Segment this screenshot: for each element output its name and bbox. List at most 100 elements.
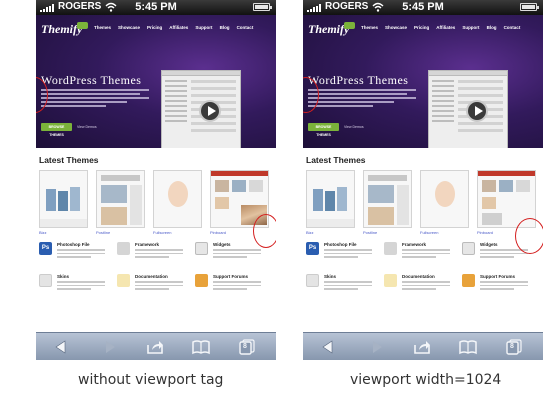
- theme-card[interactable]: Postline: [363, 167, 415, 235]
- nav-blog[interactable]: Blog: [220, 25, 230, 30]
- site-nav: Themes Showcase Pricing Affiliates Suppo…: [94, 25, 253, 30]
- nav-support[interactable]: Support: [462, 25, 479, 30]
- theme-name[interactable]: Postline: [96, 230, 110, 235]
- site-hero: Themify Themes Showcase Pricing Affiliat…: [36, 15, 276, 148]
- feature-title[interactable]: Widgets: [213, 242, 230, 247]
- nav-contact[interactable]: Contact: [504, 25, 521, 30]
- theme-demo-video[interactable]: [161, 70, 241, 148]
- browse-themes-button[interactable]: BROWSE THEMES: [41, 123, 72, 137]
- theme-name[interactable]: Pinboard: [477, 230, 493, 235]
- feature-title[interactable]: Skins: [57, 274, 69, 279]
- status-bar: ROGERS 5:45 PM: [303, 0, 543, 15]
- nav-affiliates[interactable]: Affiliates: [169, 25, 188, 30]
- pages-icon[interactable]: 8: [503, 338, 525, 356]
- nav-showcase[interactable]: Showcase: [385, 25, 407, 30]
- pages-count: 8: [510, 343, 514, 350]
- forward-icon[interactable]: [366, 338, 388, 356]
- view-demos-link[interactable]: View Demos: [77, 125, 97, 129]
- caption-right: viewport width=1024: [350, 372, 502, 388]
- battery-icon: [253, 3, 272, 11]
- feature-item: Skins: [306, 274, 380, 300]
- site-nav: Themes Showcase Pricing Affiliates Suppo…: [361, 25, 520, 30]
- nav-themes[interactable]: Themes: [361, 25, 378, 30]
- theme-card[interactable]: Bizz: [306, 167, 358, 235]
- play-icon[interactable]: [199, 100, 221, 122]
- feature-title[interactable]: Support Forums: [480, 274, 515, 279]
- play-icon[interactable]: [466, 100, 488, 122]
- nav-pricing[interactable]: Pricing: [414, 25, 429, 30]
- pages-icon[interactable]: 8: [236, 338, 258, 356]
- latest-themes-heading: Latest Themes: [306, 155, 366, 165]
- back-icon[interactable]: [317, 338, 339, 356]
- skins-icon: [306, 274, 319, 287]
- logo-badge-icon: [77, 22, 88, 29]
- feature-item: Documentation: [117, 274, 191, 300]
- theme-name[interactable]: Postline: [363, 230, 377, 235]
- feature-title[interactable]: Photoshop File: [57, 242, 90, 247]
- feature-item: Widgets: [195, 242, 269, 268]
- caption-left: without viewport tag: [78, 372, 224, 388]
- share-icon[interactable]: [144, 338, 166, 356]
- feature-title[interactable]: Framework: [402, 242, 426, 247]
- support-icon: [462, 274, 475, 287]
- feature-item: Documentation: [384, 274, 458, 300]
- feature-item: Support Forums: [195, 274, 269, 300]
- theme-card[interactable]: Bizz: [39, 167, 91, 235]
- phone-without-viewport: ROGERS 5:45 PM Themify Themes Showcase P…: [36, 0, 276, 360]
- view-demos-link[interactable]: View Demos: [344, 125, 364, 129]
- feature-title[interactable]: Widgets: [480, 242, 497, 247]
- theme-name[interactable]: Pinboard: [210, 230, 226, 235]
- browse-themes-button[interactable]: BROWSE THEMES: [308, 123, 339, 137]
- theme-card[interactable]: Fullscreen: [420, 167, 472, 235]
- nav-support[interactable]: Support: [195, 25, 212, 30]
- feature-item: Skins: [39, 274, 113, 300]
- theme-name[interactable]: Bizz: [39, 230, 47, 235]
- safari-toolbar: 8: [303, 332, 543, 360]
- skins-icon: [39, 274, 52, 287]
- feature-title[interactable]: Framework: [135, 242, 159, 247]
- feature-title[interactable]: Photoshop File: [324, 242, 357, 247]
- framework-icon: [384, 242, 397, 255]
- pages-count: 8: [243, 343, 247, 350]
- hero-title: WordPress Themes: [308, 73, 409, 87]
- bookmarks-icon[interactable]: [457, 338, 479, 356]
- site-hero: Themify Themes Showcase Pricing Affiliat…: [303, 15, 543, 148]
- feature-title[interactable]: Documentation: [135, 274, 168, 279]
- support-icon: [195, 274, 208, 287]
- theme-name[interactable]: Bizz: [306, 230, 314, 235]
- feature-item: Ps Photoshop File: [306, 242, 380, 268]
- hero-description: [41, 89, 149, 109]
- nav-showcase[interactable]: Showcase: [118, 25, 140, 30]
- back-icon[interactable]: [50, 338, 72, 356]
- feature-title[interactable]: Documentation: [402, 274, 435, 279]
- clock: 5:45 PM: [402, 1, 444, 13]
- safari-toolbar: 8: [36, 332, 276, 360]
- nav-affiliates[interactable]: Affiliates: [436, 25, 455, 30]
- feature-title[interactable]: Skins: [324, 274, 336, 279]
- highlight-circle: [515, 218, 543, 254]
- theme-card[interactable]: Fullscreen: [153, 167, 205, 235]
- feature-item: Ps Photoshop File: [39, 242, 113, 268]
- hero-description: [308, 89, 416, 109]
- nav-pricing[interactable]: Pricing: [147, 25, 162, 30]
- highlight-circle: [253, 214, 276, 248]
- logo-badge-icon: [344, 22, 355, 29]
- widgets-icon: [462, 242, 475, 255]
- forward-icon[interactable]: [99, 338, 121, 356]
- battery-icon: [520, 3, 539, 11]
- theme-thumbnails: Bizz Postline Fullscreen Pinboard: [306, 167, 541, 239]
- share-icon[interactable]: [411, 338, 433, 356]
- theme-demo-video[interactable]: [428, 70, 508, 148]
- feature-title[interactable]: Support Forums: [213, 274, 248, 279]
- theme-name[interactable]: Fullscreen: [420, 230, 438, 235]
- bookmarks-icon[interactable]: [190, 338, 212, 356]
- nav-contact[interactable]: Contact: [237, 25, 254, 30]
- nav-blog[interactable]: Blog: [487, 25, 497, 30]
- theme-name[interactable]: Fullscreen: [153, 230, 171, 235]
- photoshop-icon: Ps: [39, 242, 52, 255]
- latest-themes-heading: Latest Themes: [39, 155, 99, 165]
- nav-themes[interactable]: Themes: [94, 25, 111, 30]
- feature-item: Framework: [117, 242, 191, 268]
- feature-item: Support Forums: [462, 274, 536, 300]
- theme-card[interactable]: Postline: [96, 167, 148, 235]
